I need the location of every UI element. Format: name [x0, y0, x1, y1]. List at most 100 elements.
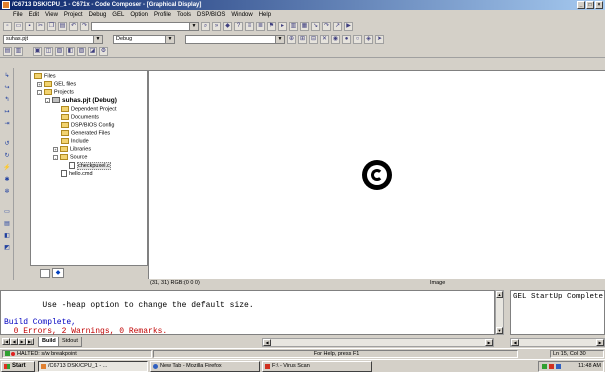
tab-last-icon[interactable]: ▶| — [26, 338, 34, 345]
menu-file[interactable]: File — [10, 12, 26, 18]
collapse-icon[interactable]: - — [45, 97, 50, 103]
mixed-mode-icon[interactable]: ▦ — [300, 21, 309, 31]
tab-build[interactable]: Build — [38, 337, 60, 347]
tab-next-icon[interactable]: ▶ — [18, 338, 26, 345]
menu-gel[interactable]: GEL — [109, 12, 127, 18]
chevron-down-icon[interactable]: ▼ — [165, 35, 174, 43]
menu-dspbios[interactable]: DSP/BIOS — [194, 12, 228, 18]
taskbar-item-virus-scan[interactable]: F:\ - Virus Scan — [262, 361, 372, 372]
watch-horizontal-scrollbar[interactable]: ◀ ▶ — [510, 338, 605, 347]
bookmark-view-tab-icon[interactable]: ◆ — [52, 268, 64, 278]
stop-build-icon[interactable]: ✕ — [320, 34, 329, 44]
menu-help[interactable]: Help — [256, 12, 274, 18]
tray-antivirus-icon[interactable] — [549, 364, 554, 369]
tray-volume-icon[interactable] — [556, 364, 561, 369]
tree-include[interactable]: Include — [61, 138, 89, 145]
graph-icon[interactable]: ◫ — [44, 47, 53, 56]
step-out-icon[interactable]: ↰ — [3, 96, 11, 104]
minimize-button[interactable]: _ — [577, 1, 585, 9]
project-select[interactable]: suhas.pjt ▼ — [3, 34, 103, 44]
config-select[interactable]: Debug ▼ — [113, 34, 175, 44]
expand-icon[interactable]: + — [37, 81, 42, 87]
menu-view[interactable]: View — [42, 12, 61, 18]
compile-icon[interactable]: ⊕ — [287, 34, 296, 44]
close-button[interactable]: × — [595, 1, 603, 9]
set-pc-icon[interactable]: ⇥ — [3, 120, 11, 128]
halt-icon[interactable]: ↻ — [3, 152, 11, 160]
run-icon[interactable]: ↺ — [3, 140, 11, 148]
chevron-down-icon[interactable]: ▼ — [275, 35, 284, 43]
collapse-icon[interactable]: - — [53, 154, 58, 160]
memory-icon[interactable]: ▤ — [3, 47, 12, 56]
call-stack-icon[interactable]: ◩ — [3, 244, 11, 252]
chevron-down-icon[interactable]: ▼ — [189, 22, 198, 30]
multi-step-icon[interactable]: ✲ — [3, 188, 11, 196]
scroll-down-icon[interactable]: ▼ — [496, 327, 503, 334]
menu-option[interactable]: Option — [127, 12, 151, 18]
menu-profile[interactable]: Profile — [151, 12, 174, 18]
search-combo[interactable]: ▼ — [91, 21, 199, 31]
tree-libraries[interactable]: + Libraries — [53, 146, 91, 153]
next-bookmark-icon[interactable]: ▸ — [278, 21, 287, 31]
variables-icon[interactable]: ◪ — [88, 47, 97, 56]
cut-icon[interactable]: ✂ — [36, 21, 45, 31]
step-into-icon[interactable]: ↳ — [3, 72, 11, 80]
probe-point-icon[interactable]: ◈ — [364, 34, 373, 44]
step-asm-icon[interactable]: ✱ — [3, 176, 11, 184]
toggle-bookmark-icon[interactable]: ⚑ — [267, 21, 276, 31]
taskbar-item-ccs[interactable]: /C6713 DSK/CPU_1 - ... — [38, 361, 148, 372]
file-view-tab-icon[interactable] — [40, 269, 50, 278]
menu-debug[interactable]: Debug — [86, 12, 110, 18]
tab-prev-icon[interactable]: ◀ — [10, 338, 18, 345]
paste-icon[interactable]: ▤ — [58, 21, 67, 31]
step-over-icon[interactable]: ↷ — [322, 21, 331, 31]
help-cursor-icon[interactable]: ? — [234, 21, 243, 31]
remove-breakpoint-icon[interactable]: ○ — [353, 34, 362, 44]
registers-icon[interactable]: ▭ — [3, 208, 11, 216]
maximize-button[interactable]: □ — [586, 1, 594, 9]
scroll-up-icon[interactable]: ▲ — [496, 291, 503, 298]
tree-source-file[interactable]: checkpuxel.c — [69, 161, 111, 170]
memory-icon[interactable]: ▤ — [3, 220, 11, 228]
symbol-icon[interactable]: ◧ — [66, 47, 75, 56]
tab-stdout[interactable]: Stdout — [58, 337, 82, 347]
step-out-icon[interactable]: ↗ — [333, 21, 342, 31]
menu-project[interactable]: Project — [61, 12, 86, 18]
incremental-build-icon[interactable]: ⊞ — [298, 34, 307, 44]
taskbar-item-firefox[interactable]: New Tab - Mozilla Firefox — [150, 361, 260, 372]
new-file-icon[interactable]: ▫ — [3, 21, 12, 31]
build-output[interactable]: Use -heap option to change the default s… — [0, 290, 495, 336]
breakpoint-icon[interactable]: ● — [342, 34, 351, 44]
find-next-icon[interactable]: » — [212, 21, 221, 31]
tree-gel-files[interactable]: + GEL files — [37, 81, 76, 88]
run-to-cursor-icon[interactable]: ➤ — [375, 34, 384, 44]
animate-icon[interactable]: ⚡ — [3, 164, 11, 172]
tree-dspbios-config[interactable]: DSP/BIOS Config — [61, 122, 114, 129]
step-into-icon[interactable]: ↘ — [311, 21, 320, 31]
tree-documents[interactable]: Documents — [61, 114, 99, 121]
outdent-icon[interactable]: ≣ — [256, 21, 265, 31]
undo-icon[interactable]: ↶ — [69, 21, 78, 31]
start-button[interactable]: Start — [1, 361, 35, 372]
find-icon[interactable]: ⌕ — [201, 21, 210, 31]
tree-cmd-file[interactable]: hello.cmd — [61, 170, 93, 178]
menu-window[interactable]: Window — [228, 12, 255, 18]
open-folder-icon[interactable]: ▭ — [14, 21, 23, 31]
rebuild-all-icon[interactable]: ⊟ — [309, 34, 318, 44]
tree-projects[interactable]: - Projects — [37, 89, 74, 96]
expand-icon[interactable]: + — [53, 146, 58, 152]
clock[interactable]: 11:48 AM — [578, 363, 601, 369]
tree-source[interactable]: - Source — [53, 154, 87, 161]
run-icon[interactable]: ▶ — [344, 21, 353, 31]
scroll-right-icon[interactable]: ▶ — [485, 339, 493, 346]
watch-window-icon[interactable]: ▨ — [77, 47, 86, 56]
step-over-icon[interactable]: ↪ — [3, 84, 11, 92]
tree-project[interactable]: - suhas.pjt (Debug) — [45, 97, 117, 104]
tree-files[interactable]: Files — [34, 73, 56, 80]
bookmark-icon[interactable]: ◆ — [223, 21, 232, 31]
chevron-down-icon[interactable]: ▼ — [93, 35, 102, 43]
menu-tools[interactable]: Tools — [174, 12, 194, 18]
output-horizontal-scrollbar[interactable]: ◀ ▶ — [262, 338, 494, 347]
scroll-right-icon[interactable]: ▶ — [596, 339, 604, 346]
image-icon[interactable]: ▧ — [55, 47, 64, 56]
